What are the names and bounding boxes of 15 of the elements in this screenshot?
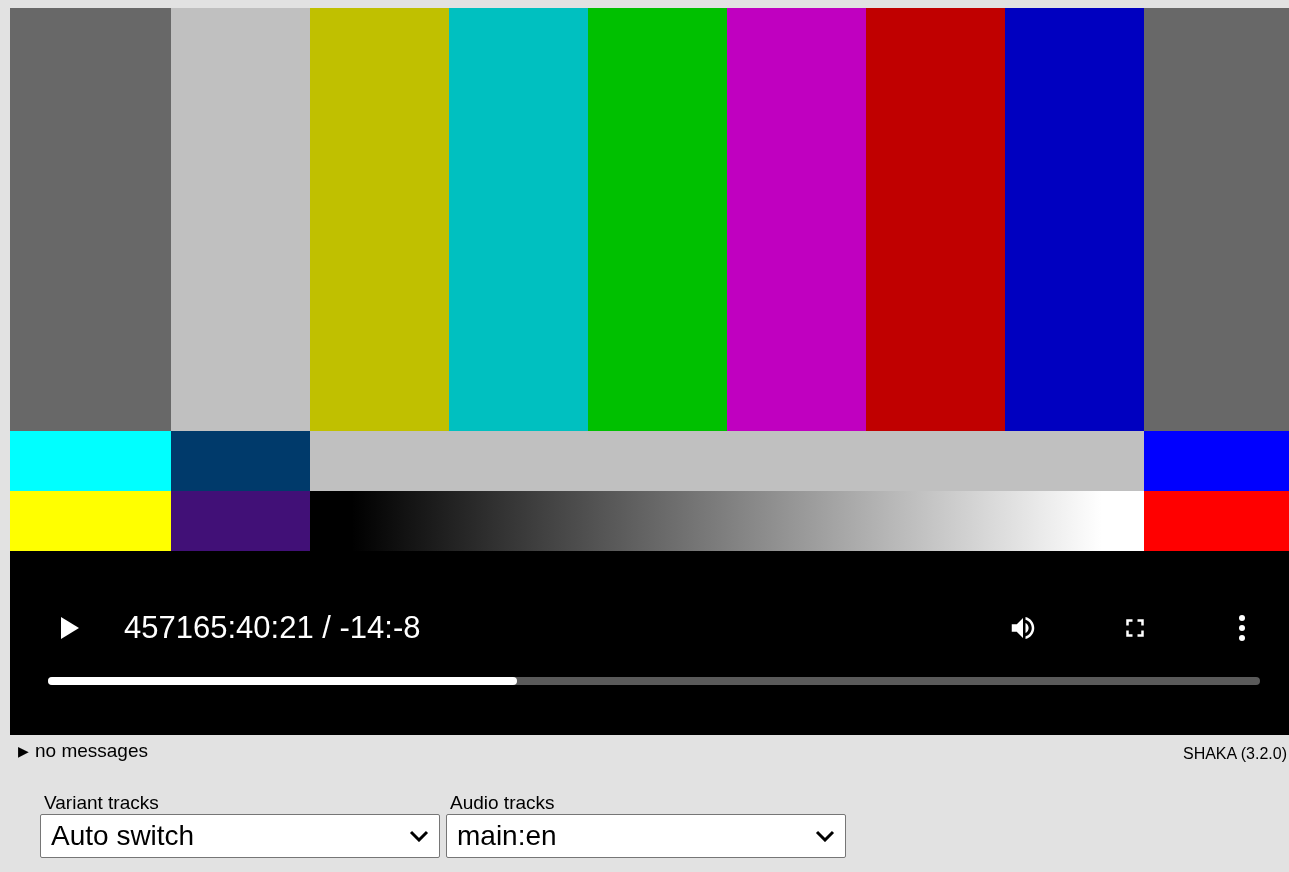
disclosure-marker[interactable]: ▶ [18, 740, 29, 762]
time-display: 457165:40:21 / -14:-8 [124, 608, 421, 647]
more-options-icon [1238, 613, 1246, 643]
messages-summary[interactable]: no messages [35, 737, 148, 766]
version-label: SHAKA (3.2.0) [1182, 744, 1287, 764]
play-icon [59, 615, 81, 641]
select-value: Auto switch [51, 819, 195, 853]
select-value: main:en [457, 819, 557, 853]
select-label: Variant tracks [44, 792, 160, 814]
chevron-icon [815, 830, 835, 842]
chevron-icon [409, 830, 429, 842]
track-select[interactable]: main:en [446, 814, 846, 858]
seek-bar[interactable] [48, 677, 1260, 685]
track-select[interactable]: Auto switch [40, 814, 440, 858]
select-label: Audio tracks [450, 792, 556, 814]
